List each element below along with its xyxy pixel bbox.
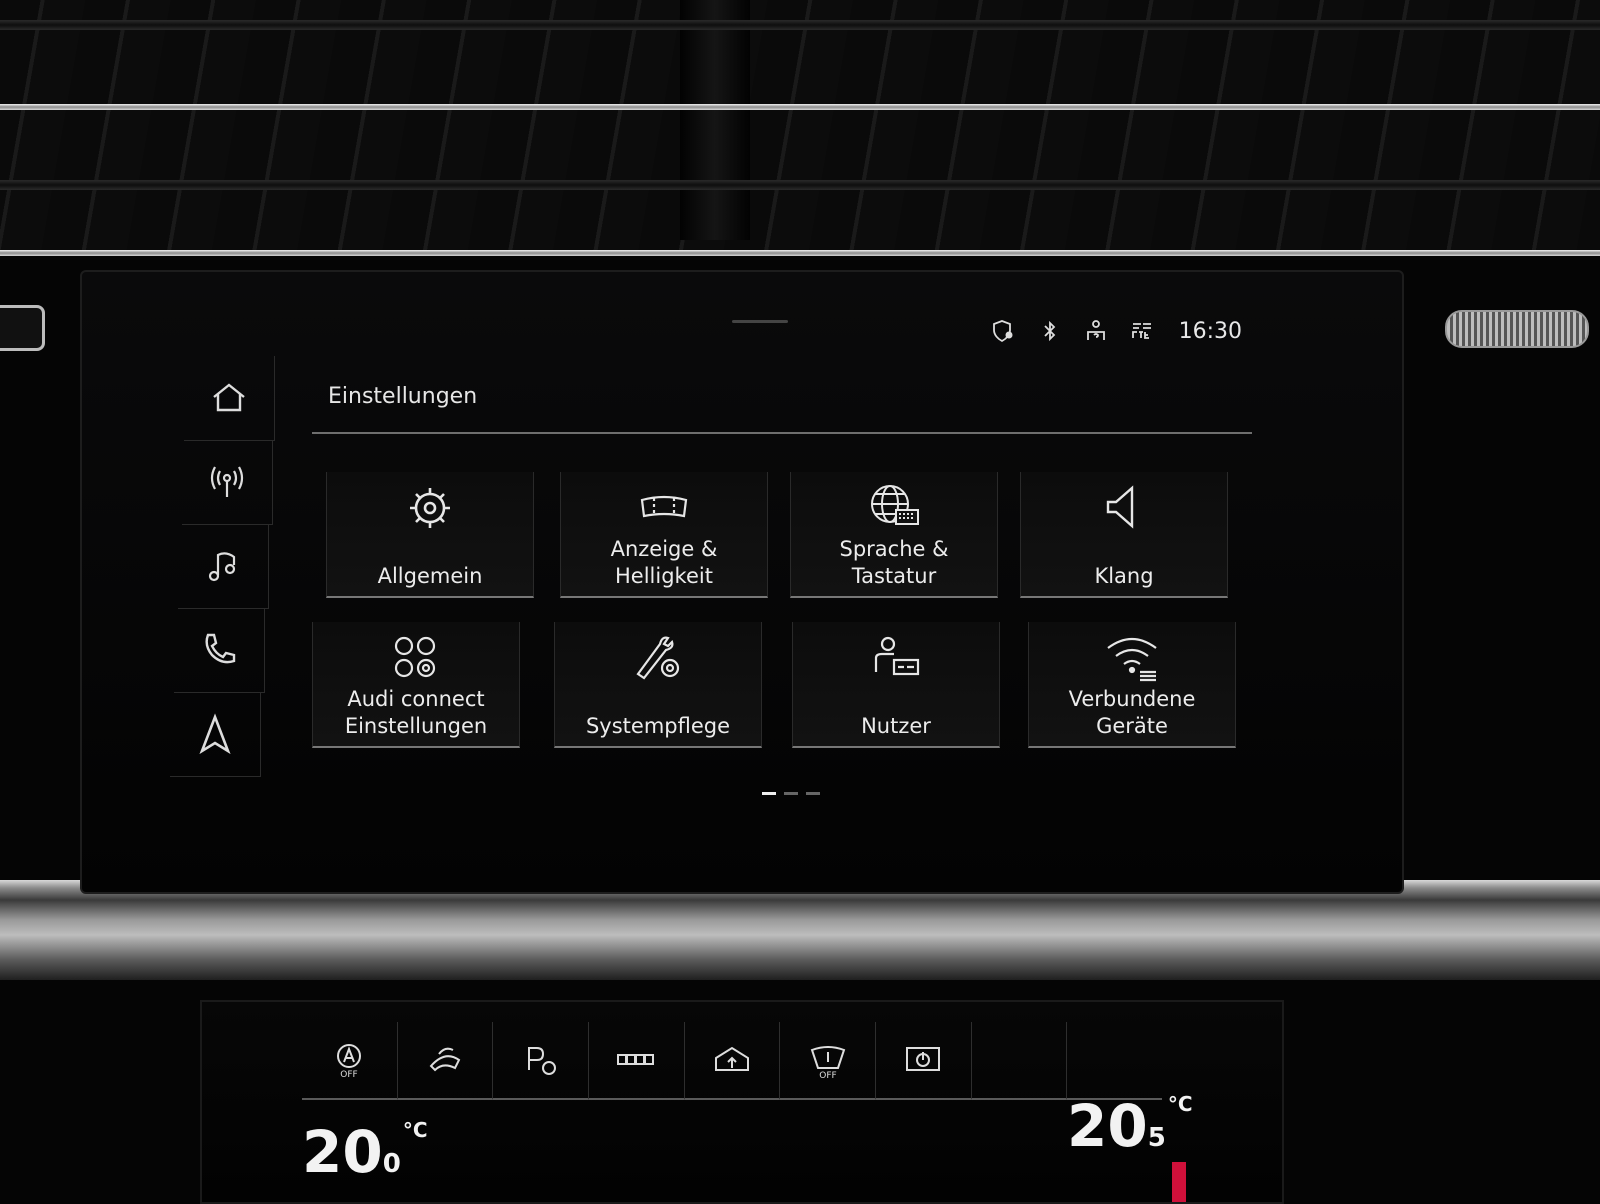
auto-start-stop-icon: OFF (337, 1044, 362, 1080)
heating-grid-icon (617, 1054, 655, 1065)
tile-label: Sprache & Tastatur (839, 537, 949, 588)
drive-select-icon (429, 1047, 461, 1072)
page-dot (784, 792, 798, 795)
svg-text:OFF: OFF (819, 1071, 836, 1080)
bluetooth-icon (1035, 316, 1065, 346)
tile-label: Klang (1094, 564, 1154, 588)
screen-off-button[interactable] (876, 1022, 972, 1100)
pull-down-handle[interactable] (732, 320, 788, 323)
garage-icon (715, 1046, 750, 1071)
vent-chrome-strip (0, 104, 1600, 110)
sidebar-item-home[interactable] (184, 356, 275, 441)
temperature-level-indicator (1172, 1162, 1186, 1202)
drive-select-button[interactable] (397, 1022, 494, 1100)
tile-nutzer[interactable]: Nutzer (792, 622, 1000, 748)
shield-location-icon (989, 316, 1019, 346)
seat-heating-button[interactable] (589, 1022, 685, 1100)
power-screen-icon (906, 1047, 941, 1071)
sidebar (170, 356, 275, 777)
clock: 16:30 (1178, 318, 1242, 344)
hazard-off-button[interactable]: OFF (780, 1022, 877, 1100)
tile-anzeige-helligkeit[interactable]: Anzeige & Helligkeit (560, 472, 768, 598)
page-dot (762, 792, 776, 795)
user-help-icon (1081, 316, 1111, 346)
empty-slot (1067, 1022, 1163, 1100)
sidebar-item-media[interactable] (178, 524, 269, 609)
tile-allgemein[interactable]: Allgemein (326, 472, 534, 598)
tile-label: Audi connect Einstellungen (344, 687, 488, 738)
tile-label: Allgemein (377, 564, 483, 588)
windshield-off-icon: OFF (810, 1046, 845, 1080)
dashboard-clip (0, 305, 45, 351)
wrench-gear-icon (636, 636, 680, 680)
passenger-temperature[interactable]: 205°C (1067, 1092, 1193, 1160)
home-icon (213, 383, 245, 412)
parking-aid-button[interactable] (493, 1022, 590, 1100)
audi-connect-icon (394, 636, 436, 678)
climate-control-bar: OFF OFF (302, 1022, 1163, 1100)
display-icon (640, 495, 688, 518)
tile-verbundene-geraete[interactable]: Verbundene Geräte (1028, 622, 1236, 748)
vent-slat (0, 180, 1600, 190)
phone-icon (205, 633, 236, 664)
status-bar[interactable]: 16:30 (989, 314, 1242, 348)
page-dot (806, 792, 820, 795)
driver-temperature[interactable]: 200°C (302, 1118, 428, 1186)
tile-label: Systempflege (585, 714, 731, 738)
dashboard-chrome-strip (0, 250, 1600, 256)
vent-slat (0, 20, 1600, 30)
air-vent (0, 0, 1600, 250)
radio-antenna-icon (210, 466, 244, 497)
lte-signal-icon (1127, 316, 1157, 346)
wifi-devices-icon (1107, 637, 1157, 682)
screen-bezel-trim (0, 880, 1600, 980)
sidebar-item-radio[interactable] (182, 440, 273, 525)
sidebar-item-phone[interactable] (174, 608, 265, 693)
sidebar-item-navigation[interactable] (170, 692, 261, 777)
mmi-screen: 16:30 Einstellungen Allgemein Anzeige & … (80, 270, 1404, 894)
climate-screen: OFF OFF 200°C 205°C (200, 1000, 1284, 1204)
tile-label: Anzeige & Helligkeit (610, 537, 718, 588)
tile-klang[interactable]: Klang (1020, 472, 1228, 598)
title-divider (312, 432, 1252, 434)
globe-keyboard-icon (871, 485, 919, 525)
page-indicator[interactable] (762, 792, 820, 795)
tile-label: Verbundene Geräte (1068, 687, 1196, 738)
user-icon (874, 636, 920, 676)
tile-systempflege[interactable]: Systempflege (554, 622, 762, 748)
volume-knob[interactable] (1445, 310, 1589, 348)
svg-text:OFF: OFF (341, 1070, 358, 1080)
gear-icon (410, 488, 450, 528)
parking-icon (527, 1047, 556, 1075)
page-title: Einstellungen (328, 384, 478, 409)
start-stop-off-button[interactable]: OFF (302, 1022, 398, 1100)
vent-divider (680, 0, 750, 240)
speaker-icon (1106, 485, 1134, 529)
tile-label: Nutzer (861, 714, 931, 738)
garage-door-button[interactable] (684, 1022, 781, 1100)
tile-audi-connect-einstellungen[interactable]: Audi connect Einstellungen (312, 622, 520, 748)
tile-sprache-tastatur[interactable]: Sprache & Tastatur (790, 472, 998, 598)
music-note-icon (208, 552, 236, 582)
navigation-arrow-icon (199, 713, 231, 755)
empty-slot (971, 1022, 1068, 1100)
